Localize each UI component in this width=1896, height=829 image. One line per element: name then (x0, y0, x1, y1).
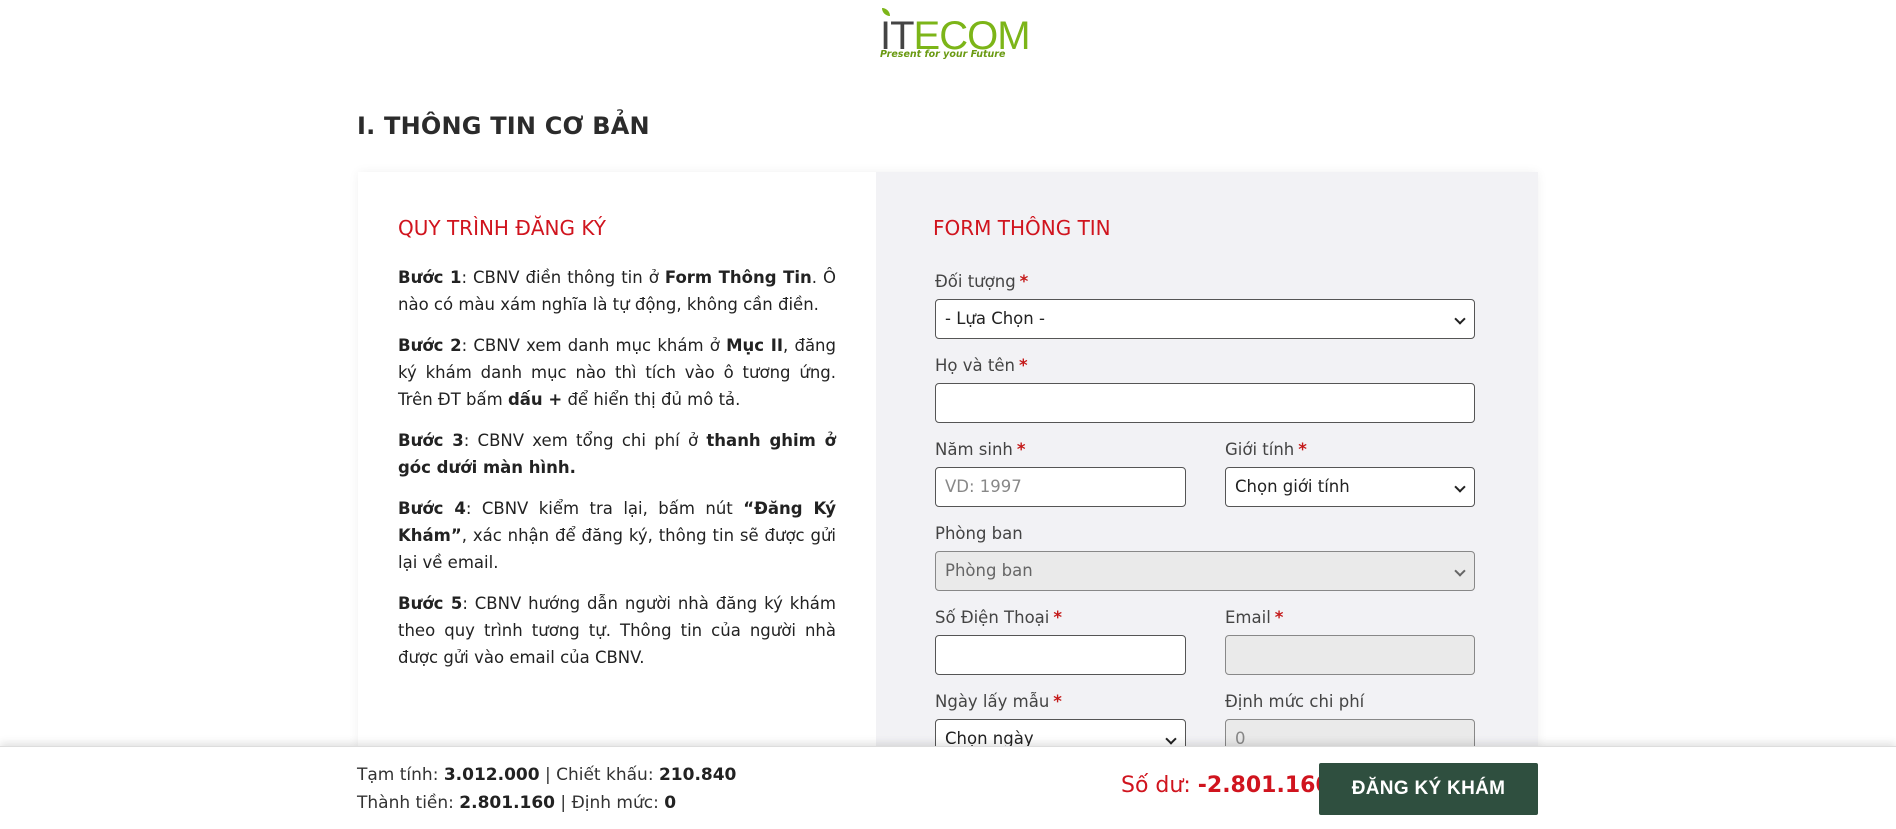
nam-sinh-input[interactable]: VD: 1997 (935, 467, 1186, 507)
thanh-tien-value: 2.801.160 (459, 793, 556, 813)
step-1: Bước 1: CBNV điền thông tin ở Form Thông… (398, 268, 836, 314)
so-dien-thoai-input[interactable] (935, 635, 1186, 675)
chiet-khau-value: 210.840 (658, 765, 737, 785)
nam-sinh-label: Năm sinh * (935, 440, 1026, 459)
chevron-down-icon (1454, 565, 1466, 577)
phong-ban-label: Phòng ban (935, 524, 1023, 543)
balance-display: Số dư: -2.801.160 (1121, 773, 1331, 798)
dinh-muc-value: 0 (664, 793, 677, 813)
form-title: FORM THÔNG TIN (933, 216, 1111, 240)
gioi-tinh-select[interactable]: Chọn giới tính (1225, 467, 1475, 507)
totals-line-1: Tạm tính: 3.012.000 | Chiết khấu: 210.84… (357, 765, 737, 785)
so-du-value: -2.801.160 (1197, 773, 1331, 798)
logo-tagline: Present for your Future (880, 49, 1006, 60)
register-exam-button[interactable]: ĐĂNG KÝ KHÁM (1319, 763, 1538, 815)
step-3: Bước 3: CBNV xem tổng chi phí ở thanh gh… (398, 431, 836, 477)
email-label: Email * (1225, 608, 1284, 627)
chevron-down-icon (1454, 313, 1466, 325)
company-logo: ITECOM Present for your Future (878, 6, 1031, 62)
step-2: Bước 2: CBNV xem danh mục khám ở Mục II,… (398, 336, 836, 409)
so-dien-thoai-label: Số Điện Thoại * (935, 608, 1063, 627)
gioi-tinh-label: Giới tính * (1225, 440, 1307, 459)
chevron-down-icon (1454, 481, 1466, 493)
info-card: QUY TRÌNH ĐĂNG KÝ Bước 1: CBNV điền thôn… (358, 172, 1538, 759)
doi-tuong-select[interactable]: - Lựa Chọn - (935, 299, 1475, 339)
ho-ten-input[interactable] (935, 383, 1475, 423)
process-steps: Bước 1: CBNV điền thông tin ở Form Thông… (398, 264, 836, 685)
sticky-summary-bar: Tạm tính: 3.012.000 | Chiết khấu: 210.84… (0, 746, 1896, 829)
process-panel: QUY TRÌNH ĐĂNG KÝ Bước 1: CBNV điền thôn… (358, 172, 876, 752)
form-panel: FORM THÔNG TIN Đối tượng * - Lựa Chọn - H… (876, 172, 1538, 759)
chevron-down-icon (1165, 733, 1177, 745)
totals-line-2: Thành tiền: 2.801.160 | Định mức: 0 (357, 793, 677, 813)
dinh-muc-chi-phi-label: Định mức chi phí (1225, 692, 1365, 711)
section-title: I. THÔNG TIN CƠ BẢN (357, 112, 650, 140)
phong-ban-select: Phòng ban (935, 551, 1475, 591)
process-title: QUY TRÌNH ĐĂNG KÝ (398, 216, 606, 240)
email-field (1225, 635, 1475, 675)
ho-ten-label: Họ và tên * (935, 356, 1028, 375)
doi-tuong-label: Đối tượng * (935, 272, 1029, 291)
step-5: Bước 5: CBNV hướng dẫn người nhà đăng ký… (398, 594, 836, 667)
ngay-lay-mau-label: Ngày lấy mẫu * (935, 692, 1062, 711)
step-4: Bước 4: CBNV kiểm tra lại, bấm nút “Đăng… (398, 499, 836, 572)
tam-tinh-value: 3.012.000 (443, 765, 540, 785)
totals-summary: Tạm tính: 3.012.000 | Chiết khấu: 210.84… (357, 761, 736, 817)
